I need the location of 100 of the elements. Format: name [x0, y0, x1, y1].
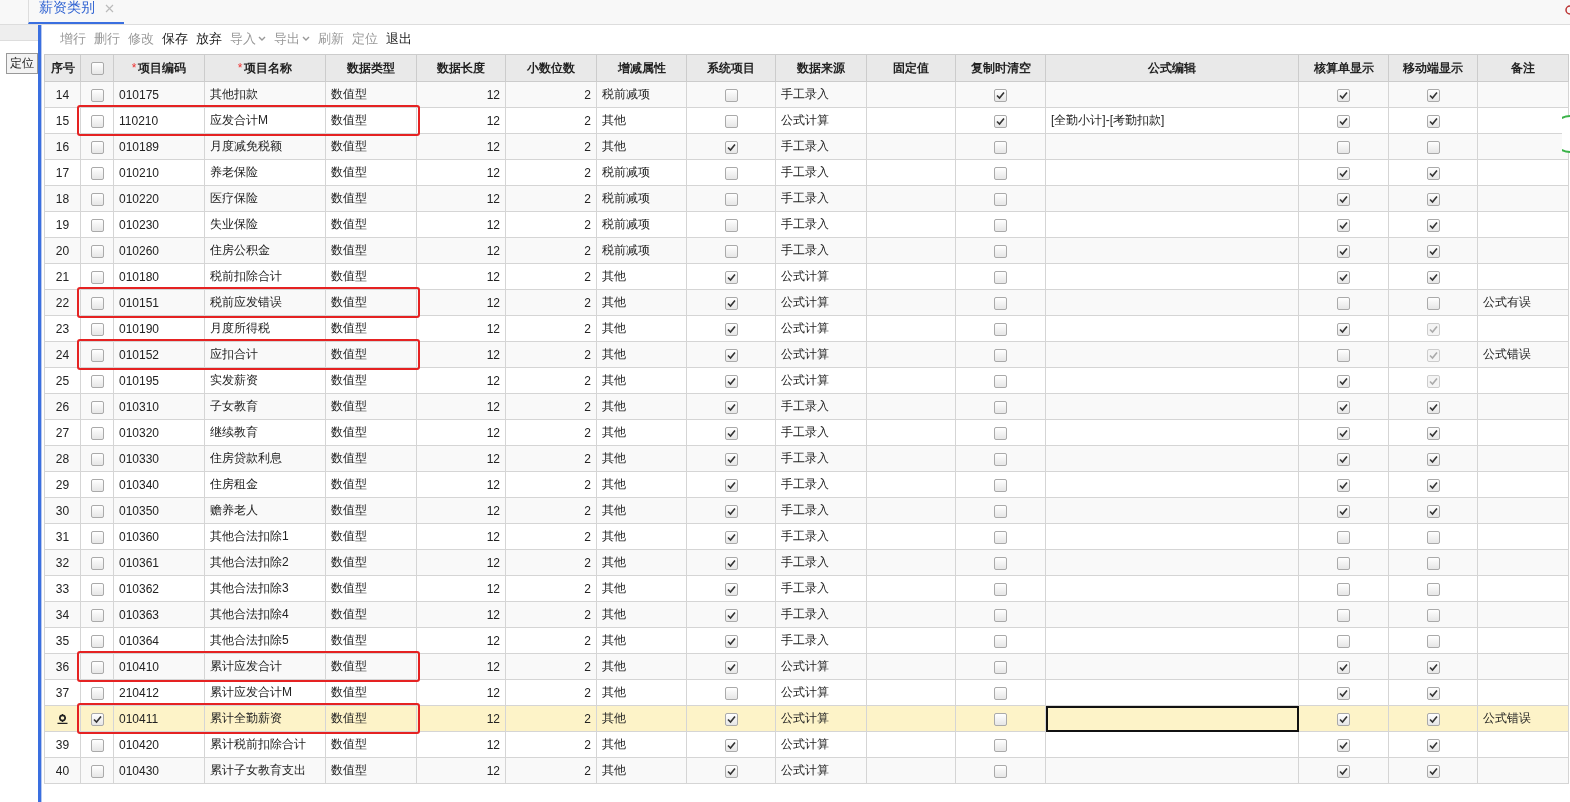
checkbox[interactable] [724, 634, 738, 648]
checkbox[interactable] [1337, 322, 1350, 336]
row-checkbox[interactable] [90, 738, 104, 752]
checkbox[interactable] [724, 764, 738, 778]
checkbox[interactable] [1337, 660, 1350, 674]
checkbox[interactable] [724, 738, 738, 752]
toolbar-button[interactable]: 放弃 [192, 30, 226, 48]
checkbox[interactable] [724, 504, 738, 518]
checkbox[interactable] [724, 582, 738, 596]
checkbox[interactable] [1337, 686, 1350, 700]
checkbox[interactable] [1426, 192, 1440, 206]
row-checkbox[interactable] [90, 270, 104, 284]
checkbox[interactable] [994, 296, 1007, 310]
checkbox[interactable] [1337, 530, 1350, 544]
select-all-checkbox[interactable] [90, 62, 104, 76]
row-checkbox[interactable] [90, 556, 104, 570]
checkbox[interactable] [1426, 608, 1440, 622]
checkbox[interactable] [724, 166, 738, 180]
checkbox[interactable] [1426, 556, 1440, 570]
checkbox[interactable] [994, 166, 1007, 180]
checkbox[interactable] [994, 348, 1007, 362]
checkbox[interactable] [994, 140, 1007, 154]
checkbox[interactable] [1426, 634, 1440, 648]
checkbox[interactable] [1426, 478, 1440, 492]
checkbox[interactable] [724, 322, 738, 336]
checkbox[interactable] [994, 322, 1007, 336]
checkbox[interactable] [1426, 114, 1440, 128]
checkbox[interactable] [724, 218, 738, 232]
checkbox[interactable] [994, 582, 1007, 596]
checkbox[interactable] [724, 530, 738, 544]
checkbox[interactable] [1337, 140, 1350, 154]
checkbox[interactable] [1337, 218, 1350, 232]
checkbox[interactable] [1426, 530, 1440, 544]
checkbox[interactable] [1337, 426, 1350, 440]
formula-input-field[interactable] [1045, 705, 1299, 732]
checkbox[interactable] [1337, 244, 1350, 258]
checkbox[interactable] [994, 478, 1007, 492]
checkbox[interactable] [1426, 88, 1440, 102]
checkbox[interactable] [1426, 140, 1440, 154]
checkbox[interactable] [1426, 426, 1440, 440]
checkbox[interactable] [994, 114, 1007, 128]
checkbox[interactable] [724, 296, 738, 310]
checkbox[interactable] [1337, 738, 1350, 752]
row-checkbox[interactable] [90, 114, 104, 128]
row-checkbox[interactable] [90, 244, 104, 258]
locate-button[interactable]: 定位 [6, 53, 38, 74]
checkbox[interactable] [724, 270, 738, 284]
checkbox[interactable] [724, 400, 738, 414]
row-checkbox[interactable] [90, 608, 104, 622]
checkbox[interactable] [1337, 712, 1350, 726]
toolbar-button[interactable]: 保存 [158, 30, 192, 48]
checkbox[interactable] [1337, 114, 1350, 128]
checkbox[interactable] [994, 608, 1007, 622]
checkbox[interactable] [994, 686, 1007, 700]
row-checkbox[interactable] [90, 348, 104, 362]
row-checkbox[interactable] [90, 166, 104, 180]
checkbox[interactable] [724, 140, 738, 154]
checkbox[interactable] [1426, 452, 1440, 466]
checkbox[interactable] [724, 192, 738, 206]
checkbox[interactable] [1337, 634, 1350, 648]
checkbox[interactable] [1426, 166, 1440, 180]
checkbox[interactable] [1426, 218, 1440, 232]
row-checkbox[interactable] [90, 764, 104, 778]
checkbox[interactable] [724, 712, 738, 726]
checkbox[interactable] [724, 478, 738, 492]
checkbox[interactable] [994, 218, 1007, 232]
checkbox[interactable] [994, 426, 1007, 440]
row-checkbox[interactable] [90, 88, 104, 102]
checkbox[interactable] [1426, 400, 1440, 414]
row-checkbox[interactable] [90, 530, 104, 544]
checkbox[interactable] [994, 712, 1007, 726]
row-checkbox[interactable] [90, 192, 104, 206]
checkbox[interactable] [1426, 504, 1440, 518]
checkbox[interactable] [1426, 738, 1440, 752]
checkbox[interactable] [1426, 296, 1440, 310]
checkbox[interactable] [1426, 244, 1440, 258]
checkbox[interactable] [1426, 660, 1440, 674]
row-checkbox[interactable] [90, 582, 104, 596]
checkbox[interactable] [1337, 166, 1350, 180]
checkbox[interactable] [1337, 764, 1350, 778]
row-checkbox[interactable] [90, 322, 104, 336]
checkbox[interactable] [994, 400, 1007, 414]
checkbox[interactable] [1337, 452, 1350, 466]
checkbox[interactable] [1337, 270, 1350, 284]
checkbox[interactable] [994, 270, 1007, 284]
checkbox[interactable] [724, 556, 738, 570]
checkbox[interactable] [994, 660, 1007, 674]
row-checkbox[interactable] [90, 478, 104, 492]
checkbox[interactable] [724, 348, 738, 362]
checkbox[interactable] [724, 374, 738, 388]
checkbox[interactable] [1426, 764, 1440, 778]
checkbox[interactable] [994, 556, 1007, 570]
checkbox[interactable] [994, 738, 1007, 752]
checkbox[interactable] [1337, 478, 1350, 492]
checkbox[interactable] [1337, 608, 1350, 622]
checkbox[interactable] [994, 504, 1007, 518]
checkbox[interactable] [1337, 192, 1350, 206]
row-checkbox[interactable] [90, 660, 104, 674]
checkbox[interactable] [724, 686, 738, 700]
checkbox[interactable] [724, 114, 738, 128]
